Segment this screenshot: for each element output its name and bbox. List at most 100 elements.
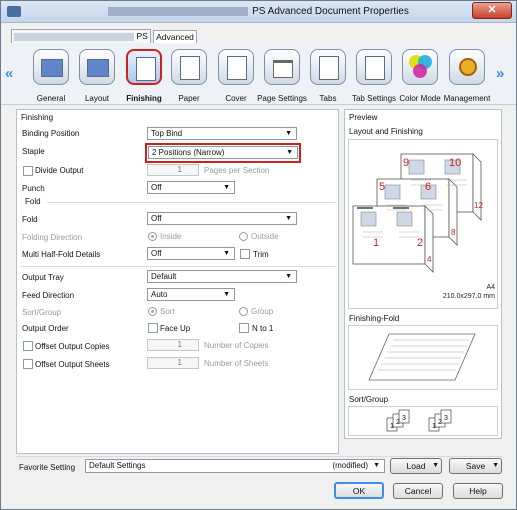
output-divider bbox=[21, 266, 335, 267]
scroll-right-arrow-icon[interactable]: » bbox=[496, 65, 504, 82]
feed-direction-select[interactable]: Auto ▼ bbox=[147, 288, 235, 301]
layout-icon bbox=[79, 49, 115, 85]
output-tray-select[interactable]: Default ▼ bbox=[147, 270, 297, 283]
output-order-label: Output Order bbox=[22, 324, 69, 333]
sort-group-preview: 1 2 3 1 2 3 bbox=[348, 406, 498, 436]
chevron-down-icon: ▼ bbox=[285, 215, 292, 222]
modified-indicator: (modified) bbox=[332, 461, 368, 470]
management-icon bbox=[449, 49, 485, 85]
binding-position-label: Binding Position bbox=[22, 129, 80, 138]
face-up-checkbox[interactable] bbox=[148, 323, 158, 333]
close-button[interactable]: ✕ bbox=[472, 2, 512, 19]
page-number: 2 bbox=[417, 237, 423, 249]
redacted-printer-name bbox=[108, 6, 249, 16]
save-dropdown-arrow-icon[interactable]: ▼ bbox=[492, 459, 499, 473]
page-number: 12 bbox=[474, 201, 483, 210]
n-to-1-label: N to 1 bbox=[252, 324, 274, 333]
load-dropdown-arrow-icon[interactable]: ▼ bbox=[432, 459, 439, 473]
offset-copies-checkbox[interactable] bbox=[23, 341, 33, 351]
cancel-button[interactable]: Cancel bbox=[393, 483, 443, 499]
cover-icon bbox=[218, 49, 254, 85]
favorite-setting-label: Favorite Setting bbox=[19, 463, 76, 472]
number-of-copies-label: Number of Copies bbox=[204, 341, 269, 350]
chevron-down-icon: ▼ bbox=[223, 250, 230, 257]
fold-preview bbox=[348, 325, 498, 390]
finishing-section-title: Finishing bbox=[21, 113, 54, 122]
help-button[interactable]: Help bbox=[453, 483, 503, 499]
chevron-down-icon: ▼ bbox=[223, 291, 230, 298]
page-number: 10 bbox=[449, 157, 461, 169]
pages-per-section-label: Pages per Section bbox=[204, 166, 270, 175]
number-of-sheets-stepper[interactable]: 1 bbox=[147, 357, 199, 369]
preview-panel: Preview Layout and Finishing 1 2 4 5 6 8… bbox=[344, 109, 502, 439]
pages-per-section-stepper[interactable]: 1 bbox=[147, 164, 199, 176]
sheet-edge-back bbox=[472, 153, 482, 221]
paper-name: A4 bbox=[486, 284, 495, 291]
sort-group-label: Sort/Group bbox=[22, 308, 62, 317]
category-management[interactable]: Management bbox=[440, 47, 494, 103]
punch-label: Punch bbox=[22, 184, 45, 193]
finishing-fold-title: Finishing-Fold bbox=[349, 314, 400, 323]
tab-ps[interactable]: PS bbox=[11, 29, 151, 43]
layout-preview: 1 2 4 5 6 8 9 10 12 A4 210.0x297.0 mm bbox=[348, 139, 498, 309]
category-icon-bar: « General Layout Finishing Paper Cover P… bbox=[1, 43, 516, 105]
category-paper[interactable]: Paper bbox=[162, 47, 216, 103]
chevron-down-icon: ▼ bbox=[286, 149, 293, 156]
offset-sheets-checkbox[interactable] bbox=[23, 359, 33, 369]
number-of-sheets-label: Number of Sheets bbox=[204, 359, 269, 368]
divide-output-label: Divide Output bbox=[35, 166, 84, 175]
fold-select[interactable]: Off ▼ bbox=[147, 212, 297, 225]
fold-section-title: Fold bbox=[25, 197, 41, 206]
load-button[interactable]: Load ▼ bbox=[390, 458, 442, 474]
title-bar: PS Advanced Document Properties ✕ bbox=[1, 1, 516, 23]
chevron-down-icon: ▼ bbox=[223, 184, 230, 191]
svg-text:2: 2 bbox=[396, 419, 400, 426]
stapled-pages-illustration: 1 2 4 5 6 8 9 10 12 A4 210.0x297.0 mm bbox=[352, 153, 495, 300]
favorite-setting-select[interactable]: Default Settings (modified) ▼ bbox=[85, 459, 385, 473]
outside-label: Outside bbox=[251, 232, 279, 241]
paper-icon bbox=[171, 49, 207, 85]
punch-select[interactable]: Off ▼ bbox=[147, 181, 235, 194]
inside-label: Inside bbox=[160, 232, 182, 241]
redacted-tab-name bbox=[14, 32, 135, 41]
offset-sheets-label: Offset Output Sheets bbox=[35, 360, 110, 369]
fold-divider bbox=[47, 202, 335, 203]
folding-direction-label: Folding Direction bbox=[22, 233, 83, 242]
trim-checkbox[interactable] bbox=[240, 249, 250, 259]
finishing-icon bbox=[126, 49, 162, 85]
scroll-left-arrow-icon[interactable]: « bbox=[5, 65, 13, 82]
divide-output-checkbox[interactable] bbox=[23, 166, 33, 176]
staple-select[interactable]: 2 Positions (Narrow) ▼ bbox=[148, 146, 298, 159]
svg-text:3: 3 bbox=[402, 415, 406, 422]
number-of-copies-stepper[interactable]: 1 bbox=[147, 339, 199, 351]
tab-advanced[interactable]: Advanced bbox=[153, 30, 197, 44]
sort-label: Sort bbox=[160, 307, 175, 316]
svg-text:2: 2 bbox=[438, 419, 442, 426]
page-number: 1 bbox=[373, 237, 379, 249]
window-title: PS Advanced Document Properties bbox=[1, 6, 516, 17]
multi-half-fold-select[interactable]: Off ▼ bbox=[147, 247, 235, 260]
group-radio[interactable] bbox=[239, 307, 248, 316]
n-to-1-checkbox[interactable] bbox=[239, 323, 249, 333]
preview-title: Preview bbox=[349, 113, 378, 122]
svg-text:3: 3 bbox=[444, 415, 448, 422]
outside-radio[interactable] bbox=[239, 232, 248, 241]
tabs-icon bbox=[310, 49, 346, 85]
chevron-down-icon: ▼ bbox=[285, 273, 292, 280]
svg-text:1: 1 bbox=[390, 423, 394, 430]
binding-position-select[interactable]: Top Bind ▼ bbox=[147, 127, 297, 140]
category-color-mode[interactable]: Color Mode bbox=[393, 47, 447, 103]
page-number: 6 bbox=[425, 181, 431, 193]
category-layout[interactable]: Layout bbox=[70, 47, 124, 103]
multi-half-fold-label: Multi Half-Fold Details bbox=[22, 250, 101, 259]
feed-direction-label: Feed Direction bbox=[22, 291, 75, 300]
page-settings-icon bbox=[264, 49, 300, 85]
ok-button[interactable]: OK bbox=[334, 482, 384, 499]
fold-label: Fold bbox=[22, 215, 38, 224]
inside-radio[interactable] bbox=[148, 232, 157, 241]
sort-radio[interactable] bbox=[148, 307, 157, 316]
chevron-down-icon: ▼ bbox=[373, 462, 380, 469]
save-button[interactable]: Save ▼ bbox=[449, 458, 502, 474]
output-tray-label: Output Tray bbox=[22, 273, 64, 282]
staple-label: Staple bbox=[22, 147, 45, 156]
